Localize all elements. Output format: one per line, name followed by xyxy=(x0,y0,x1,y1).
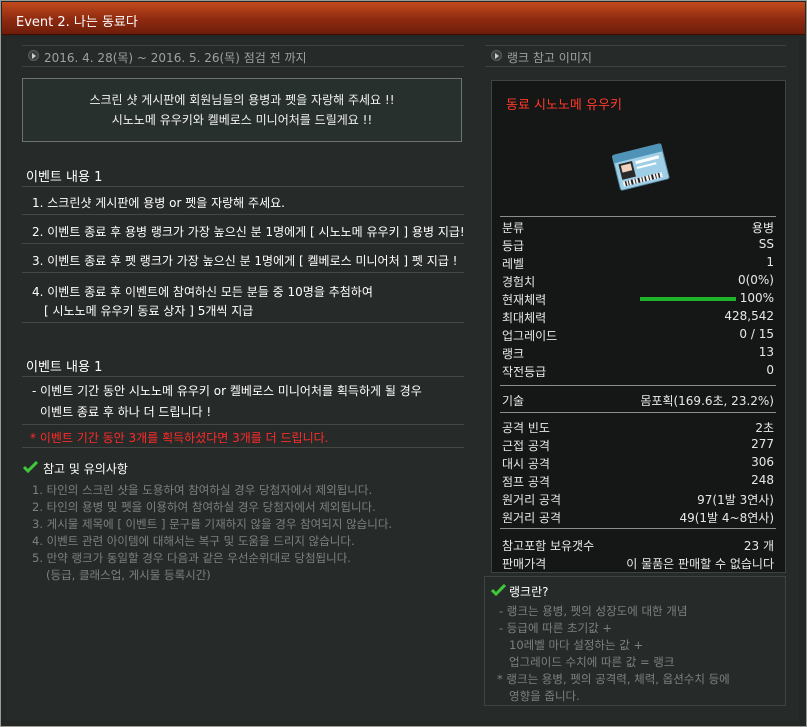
rank-ref-panel: 동료 시노노메 유우키 분류 용병 등급 SS 레벨 1 경험치 0(0%) 현재체력 1… xyxy=(491,80,786,573)
event2-red-note: * 이벤트 기간 동안 3개를 획득하셨다면 3개를 더 드립니다. xyxy=(30,431,329,445)
stat-row: 원거리 공격 97(1발 3연사) xyxy=(502,493,774,507)
notes-list: 1. 타인의 스크린 샷을 도용하여 참여하실 경우 당첨자에서 제외됩니다. … xyxy=(32,482,392,584)
event1-item-3: 3. 이벤트 종료 후 펫 랭크가 가장 높으신 분 1명에게 [ 켈베로스 미… xyxy=(22,244,464,273)
rank-ref-header: 랭크 참고 이미지 xyxy=(485,45,786,67)
event1-item-2-text: 2. 이벤트 종료 후 용병 랭크가 가장 높으신 분 1명에게 [ 시노노메 … xyxy=(32,225,465,239)
rank-info-line: 10레벨 마다 설정하는 값 + xyxy=(509,638,644,652)
stat-row: 판매가격 이 물품은 판매할 수 없습니다 xyxy=(502,557,774,571)
stat-row-hp: 현재체력 100% xyxy=(502,291,774,307)
bullet-arrow-icon xyxy=(28,50,39,61)
stat-group-misc: 참고포함 보유갯수 23 개 판매가격 이 물품은 판매할 수 없습니다 xyxy=(500,528,776,571)
stat-row: 레벨 1 xyxy=(502,255,774,271)
rank-info-line: - 등급에 따른 초기값 + xyxy=(499,621,613,635)
event2-desc: - 이벤트 기간 동안 시노노메 유우키 or 켈베로스 미니어처를 획득하게 … xyxy=(22,376,464,425)
stat-group-skill: 기술 몸포획(169.6초, 23.2%) xyxy=(500,385,776,408)
event1-item-3-text: 3. 이벤트 종료 후 펫 랭크가 가장 높으신 분 1명에게 [ 켈베로스 미… xyxy=(32,254,458,268)
rank-info-line: 영향을 줍니다. xyxy=(509,689,580,703)
stat-row: 근접 공격 277 xyxy=(502,437,774,453)
rank-info-line: * 랭크는 용병, 펫의 공격력, 체력, 옵션수치 등에 xyxy=(497,672,730,686)
note-item: 3. 게시물 제목에 [ 이벤트 ] 문구를 기재하지 않을 경우 참여되지 않… xyxy=(32,517,393,531)
event1-item-4-text: 4. 이벤트 종료 후 이벤트에 참여하신 모든 분들 중 10명을 추첨하여 xyxy=(32,285,373,299)
stat-group-basic: 분류 용병 등급 SS 레벨 1 경험치 0(0%) 현재체력 100% 최대체력 428,… xyxy=(500,216,776,379)
event2-title: 이벤트 내용 1 xyxy=(26,360,103,375)
stat-row: 최대체력 428,542 xyxy=(502,309,774,325)
stat-row: 점프 공격 248 xyxy=(502,473,774,489)
title-bar: Event 2. 나는 동료다 xyxy=(2,2,805,35)
window-title: Event 2. 나는 동료다 xyxy=(16,15,138,30)
stat-group-attack: 공격 빈도 2초 근접 공격 277 대시 공격 306 점프 공격 248 원거리 공… xyxy=(500,412,776,525)
note-item: (등급, 클래스업, 게시물 등록시간) xyxy=(46,568,211,582)
check-icon xyxy=(491,584,506,596)
check-icon xyxy=(23,461,38,473)
id-card-icon xyxy=(612,143,670,191)
rank-ref-header-text: 랭크 참고 이미지 xyxy=(507,51,592,65)
stat-row: 등급 SS xyxy=(502,237,774,253)
event2-line-1: - 이벤트 기간 동안 시노노메 유우키 or 켈베로스 미니어처를 획득하게 … xyxy=(32,384,422,398)
stat-row: 작전등급 0 xyxy=(502,363,774,379)
rank-info-title: 랭크란? xyxy=(509,585,549,599)
stat-row: 경험치 0(0%) xyxy=(502,273,774,289)
stat-row: 대시 공격 306 xyxy=(502,455,774,471)
stat-row: 랭크 13 xyxy=(502,345,774,361)
event1-item-4: 4. 이벤트 종료 후 이벤트에 참여하신 모든 분들 중 10명을 추첨하여 … xyxy=(22,273,464,323)
notice-box: 스크린 샷 게시판에 회원님들의 용병과 펫을 자랑해 주세요 !! 시노노메 … xyxy=(22,78,462,142)
event1-item-2: 2. 이벤트 종료 후 용병 랭크가 가장 높으신 분 1명에게 [ 시노노메 … xyxy=(22,215,465,244)
stat-row: 원거리 공격 49(1발 4~8연사) xyxy=(502,511,774,525)
note-item: 4. 이벤트 관련 아이템에 대해서는 복구 및 도움을 드리지 않습니다. xyxy=(32,534,355,548)
hp-bar xyxy=(640,297,736,301)
rank-info-line: 업그레이드 수치에 따른 값 = 랭크 xyxy=(509,655,675,669)
notice-line-1: 스크린 샷 게시판에 회원님들의 용병과 펫을 자랑해 주세요 !! xyxy=(89,93,395,107)
event1-title: 이벤트 내용 1 xyxy=(26,170,103,185)
note-item: 2. 타인의 용병 및 펫을 이용하여 참여하실 경우 당첨자에서 제외됩니다. xyxy=(32,500,376,514)
event1-item-1-text: 1. 스크린샷 게시판에 용병 or 펫을 자랑해 주세요. xyxy=(32,196,285,210)
period-text: 2016. 4. 28(목) ~ 2016. 5. 26(목) 점검 전 까지 xyxy=(44,51,307,65)
stat-row: 참고포함 보유갯수 23 개 xyxy=(502,539,774,553)
rank-info-line: - 랭크는 용병, 펫의 성장도에 대한 개념 xyxy=(499,604,688,618)
notice-line-2: 시노노메 유우키와 켈베로스 미니어처를 드릴게요 !! xyxy=(111,113,373,127)
stat-row: 업그레이드 0 / 15 xyxy=(502,327,774,343)
stat-row: 공격 빈도 2초 xyxy=(502,421,774,435)
notes-title: 참고 및 유의사항 xyxy=(43,462,128,476)
rank-info-box: 랭크란? - 랭크는 용병, 펫의 성장도에 대한 개념 - 등급에 따른 초기… xyxy=(484,576,786,706)
event2-line-2: 이벤트 종료 후 하나 더 드립니다 ! xyxy=(40,405,212,419)
period-header: 2016. 4. 28(목) ~ 2016. 5. 26(목) 점검 전 까지 xyxy=(22,45,464,67)
rank-item-name: 동료 시노노메 유우키 xyxy=(506,98,622,113)
note-item: 1. 타인의 스크린 샷을 도용하여 참여하실 경우 당첨자에서 제외됩니다. xyxy=(32,483,373,497)
event1-item-4-text-2: [ 시노노메 유우키 동료 상자 ] 5개씩 지급 xyxy=(44,304,254,318)
stat-row: 기술 몸포획(169.6초, 23.2%) xyxy=(502,394,774,408)
stat-row: 분류 용병 xyxy=(502,221,774,235)
note-item: 5. 만약 랭크가 동일할 경우 다음과 같은 우선순위대로 당첨됩니다. xyxy=(32,551,351,565)
event1-item-1: 1. 스크린샷 게시판에 용병 or 펫을 자랑해 주세요. xyxy=(22,186,464,215)
rank-info-body: - 랭크는 용병, 펫의 성장도에 대한 개념 - 등급에 따른 초기값 + 1… xyxy=(497,603,730,705)
bullet-arrow-icon xyxy=(491,50,502,61)
event2-red-row: * 이벤트 기간 동안 3개를 획득하셨다면 3개를 더 드립니다. xyxy=(22,425,464,448)
